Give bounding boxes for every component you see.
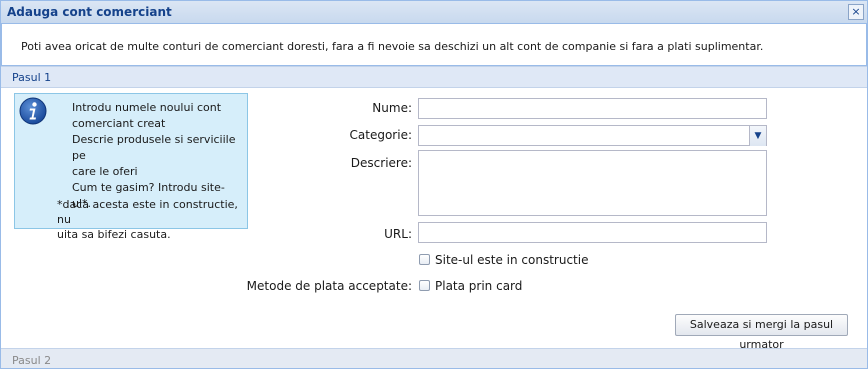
card-payment-label[interactable]: Plata prin card [435,279,522,293]
url-label: URL: [384,227,412,241]
info-icon [19,97,47,125]
category-label: Categorie: [349,128,412,142]
info-text: Introdu numele noului cont comerciant cr… [72,100,242,212]
name-input[interactable] [418,98,767,119]
step-1-label: Pasul 1 [12,71,52,84]
payment-methods-label: Metode de plata acceptate: [246,279,412,293]
chevron-down-icon[interactable]: ▼ [749,126,766,146]
intro-panel: Poti avea oricat de multe conturi de com… [1,24,867,66]
info-note-line: *daca acesta este in constructie, nu [57,198,238,226]
dialog-title: Adauga cont comerciant [7,5,172,19]
card-payment-checkbox[interactable] [419,280,430,291]
close-button[interactable]: × [848,4,864,20]
url-input[interactable] [418,222,767,243]
intro-text: Poti avea oricat de multe conturi de com… [21,40,764,53]
name-label: Nume: [372,101,412,115]
under-construction-checkbox[interactable] [419,254,430,265]
info-note-line: uita sa bifezi casuta. [57,228,171,241]
step-1-header[interactable]: Pasul 1 [1,66,867,88]
info-line: Introdu numele noului cont [72,101,222,114]
step-2-label: Pasul 2 [12,354,52,367]
add-merchant-dialog: Adauga cont comerciant × Poti avea orica… [0,0,868,369]
description-textarea[interactable] [418,150,767,216]
category-select[interactable]: ▼ [418,125,767,146]
info-line: comerciant creat [72,117,166,130]
under-construction-label[interactable]: Site-ul este in constructie [435,253,588,267]
dialog-titlebar: Adauga cont comerciant × [1,1,867,24]
info-note: *daca acesta este in constructie, nu uit… [57,197,242,242]
close-icon: × [851,5,861,18]
info-line: care le oferi [72,165,138,178]
save-next-button[interactable]: Salveaza si mergi la pasul urmator [675,314,848,351]
step-2-header[interactable]: Pasul 2 [1,348,867,368]
info-line: Descrie produsele si serviciile pe [72,133,236,162]
description-label: Descriere: [350,156,412,170]
info-box: Introdu numele noului cont comerciant cr… [14,93,248,241]
